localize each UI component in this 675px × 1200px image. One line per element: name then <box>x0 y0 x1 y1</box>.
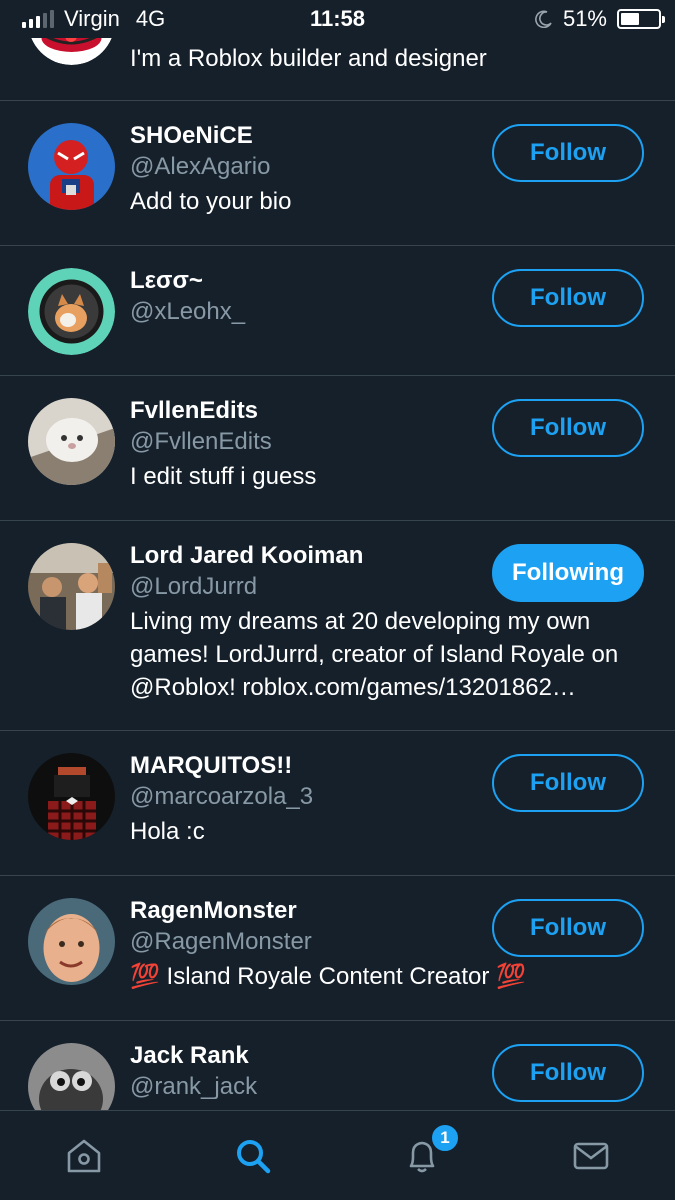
status-bar: Virgin 4G 11:58 51% <box>0 0 675 38</box>
tab-bar: 1 <box>0 1110 675 1200</box>
follow-button[interactable]: Follow <box>492 124 644 182</box>
user-row[interactable]: SHOeNiCE @AlexAgario Add to your bio Fol… <box>0 101 675 246</box>
user-row[interactable]: RagenMonster @RagenMonster 💯 Island Roya… <box>0 876 675 1021</box>
moon-icon <box>535 10 553 28</box>
tab-notifications[interactable]: 1 <box>338 1111 506 1200</box>
user-bio: Add to your bio <box>130 188 292 215</box>
user-row[interactable]: FvllenEdits @FvllenEdits I edit stuff i … <box>0 376 675 521</box>
notification-badge: 1 <box>430 1123 460 1153</box>
avatar[interactable] <box>28 898 115 985</box>
network-label: 4G <box>135 6 166 31</box>
user-bio: Living my dreams at 20 developing my own… <box>130 608 619 701</box>
avatar[interactable] <box>28 398 115 485</box>
follow-button[interactable]: Follow <box>492 899 644 957</box>
user-bio: Hola :c <box>130 818 205 845</box>
battery-percent: 51% <box>562 6 607 31</box>
avatar[interactable] <box>28 268 115 355</box>
avatar[interactable] <box>28 123 115 210</box>
search-icon <box>232 1135 274 1177</box>
following-button[interactable]: Following <box>492 544 644 602</box>
follow-button[interactable]: Follow <box>492 399 644 457</box>
app-screen: I'm a Roblox builder and designer SHOeNi… <box>0 0 675 1200</box>
tab-home[interactable] <box>0 1111 168 1200</box>
user-row[interactable]: Lord Jared Kooiman @LordJurrd Living my … <box>0 521 675 731</box>
follow-button[interactable]: Follow <box>492 754 644 812</box>
tab-messages[interactable] <box>507 1111 675 1200</box>
tab-search[interactable] <box>169 1111 337 1200</box>
avatar[interactable] <box>28 543 115 630</box>
carrier-label: Virgin <box>64 6 120 31</box>
user-bio: I edit stuff i guess <box>130 463 317 490</box>
user-bio: 💯 Island Royale Content Creator 💯 <box>130 963 526 990</box>
signal-icon <box>22 10 54 28</box>
user-row[interactable]: Lεσσ~ @xLeohx_ Follow <box>0 246 675 376</box>
messages-icon <box>570 1135 612 1177</box>
battery-level <box>621 13 640 25</box>
avatar[interactable] <box>28 753 115 840</box>
user-list: I'm a Roblox builder and designer SHOeNi… <box>0 0 675 1166</box>
user-row[interactable]: MARQUITOS!! @marcoarzola_3 Hola :c Follo… <box>0 731 675 876</box>
home-icon <box>63 1135 105 1177</box>
user-bio: I'm a Roblox builder and designer <box>130 45 487 72</box>
battery-icon <box>617 9 665 29</box>
follow-button[interactable]: Follow <box>492 269 644 327</box>
follow-button[interactable]: Follow <box>492 1044 644 1102</box>
